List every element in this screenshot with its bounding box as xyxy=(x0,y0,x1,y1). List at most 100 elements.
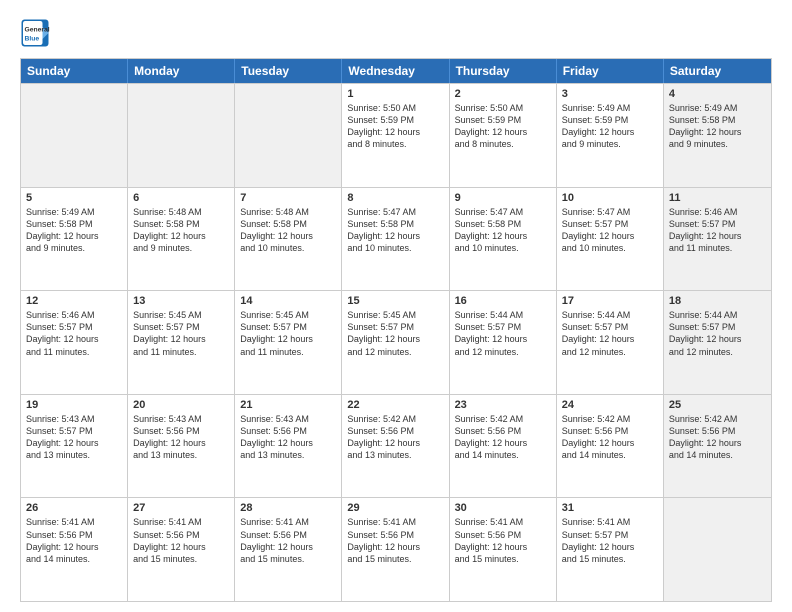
calendar-cell: 7 Sunrise: 5:48 AM Sunset: 5:58 PM Daylig… xyxy=(235,188,342,291)
day-number: 19 xyxy=(26,399,122,411)
calendar-cell: 1 Sunrise: 5:50 AM Sunset: 5:59 PM Daylig… xyxy=(342,84,449,187)
cell-info: Sunrise: 5:41 AM Sunset: 5:56 PM Dayligh… xyxy=(455,516,551,565)
day-number: 5 xyxy=(26,192,122,204)
day-number: 3 xyxy=(562,88,658,100)
day-number: 23 xyxy=(455,399,551,411)
day-number: 6 xyxy=(133,192,229,204)
calendar-cell: 12 Sunrise: 5:46 AM Sunset: 5:57 PM Dayli… xyxy=(21,291,128,394)
calendar-cell xyxy=(128,84,235,187)
logo-icon: General Blue xyxy=(20,18,50,48)
calendar-cell: 14 Sunrise: 5:45 AM Sunset: 5:57 PM Dayli… xyxy=(235,291,342,394)
calendar-cell: 31 Sunrise: 5:41 AM Sunset: 5:57 PM Dayli… xyxy=(557,498,664,601)
cell-info: Sunrise: 5:43 AM Sunset: 5:57 PM Dayligh… xyxy=(26,413,122,462)
calendar-cell: 27Sunrise: 5:41 AM Sunset: 5:56 PM Dayli… xyxy=(128,498,235,601)
calendar-row: 5 Sunrise: 5:49 AM Sunset: 5:58 PM Daylig… xyxy=(21,187,771,291)
calendar-cell: 2 Sunrise: 5:50 AM Sunset: 5:59 PM Daylig… xyxy=(450,84,557,187)
cell-info: Sunrise: 5:42 AM Sunset: 5:56 PM Dayligh… xyxy=(455,413,551,462)
calendar-cell: 8Sunrise: 5:47 AM Sunset: 5:58 PM Daylig… xyxy=(342,188,449,291)
calendar-row: 12 Sunrise: 5:46 AM Sunset: 5:57 PM Dayli… xyxy=(21,290,771,394)
calendar-cell xyxy=(235,84,342,187)
calendar-cell: 3 Sunrise: 5:49 AM Sunset: 5:59 PM Daylig… xyxy=(557,84,664,187)
day-number: 1 xyxy=(347,88,443,100)
calendar-cell: 22Sunrise: 5:42 AM Sunset: 5:56 PM Dayli… xyxy=(342,395,449,498)
day-number: 7 xyxy=(240,192,336,204)
cell-info: Sunrise: 5:42 AM Sunset: 5:56 PM Dayligh… xyxy=(562,413,658,462)
day-number: 4 xyxy=(669,88,766,100)
calendar-cell: 20Sunrise: 5:43 AM Sunset: 5:56 PM Dayli… xyxy=(128,395,235,498)
cell-info: Sunrise: 5:44 AM Sunset: 5:57 PM Dayligh… xyxy=(669,309,766,358)
cell-info: Sunrise: 5:49 AM Sunset: 5:59 PM Dayligh… xyxy=(562,102,658,151)
calendar-cell: 16Sunrise: 5:44 AM Sunset: 5:57 PM Dayli… xyxy=(450,291,557,394)
cell-info: Sunrise: 5:41 AM Sunset: 5:56 PM Dayligh… xyxy=(347,516,443,565)
calendar-cell: 5 Sunrise: 5:49 AM Sunset: 5:58 PM Daylig… xyxy=(21,188,128,291)
day-number: 26 xyxy=(26,502,122,514)
cell-info: Sunrise: 5:49 AM Sunset: 5:58 PM Dayligh… xyxy=(669,102,766,151)
day-number: 14 xyxy=(240,295,336,307)
calendar-cell: 11Sunrise: 5:46 AM Sunset: 5:57 PM Dayli… xyxy=(664,188,771,291)
cell-info: Sunrise: 5:47 AM Sunset: 5:57 PM Dayligh… xyxy=(562,206,658,255)
cell-info: Sunrise: 5:43 AM Sunset: 5:56 PM Dayligh… xyxy=(133,413,229,462)
calendar-cell: 26 Sunrise: 5:41 AM Sunset: 5:56 PM Dayli… xyxy=(21,498,128,601)
calendar-cell: 9 Sunrise: 5:47 AM Sunset: 5:58 PM Daylig… xyxy=(450,188,557,291)
cell-info: Sunrise: 5:49 AM Sunset: 5:58 PM Dayligh… xyxy=(26,206,122,255)
calendar: SundayMondayTuesdayWednesdayThursdayFrid… xyxy=(20,58,772,602)
header: General Blue xyxy=(20,18,772,48)
day-number: 12 xyxy=(26,295,122,307)
calendar-cell: 4 Sunrise: 5:49 AM Sunset: 5:58 PM Daylig… xyxy=(664,84,771,187)
cell-info: Sunrise: 5:46 AM Sunset: 5:57 PM Dayligh… xyxy=(669,206,766,255)
cell-info: Sunrise: 5:41 AM Sunset: 5:56 PM Dayligh… xyxy=(240,516,336,565)
cell-info: Sunrise: 5:43 AM Sunset: 5:56 PM Dayligh… xyxy=(240,413,336,462)
day-number: 13 xyxy=(133,295,229,307)
calendar-cell: 6Sunrise: 5:48 AM Sunset: 5:58 PM Daylig… xyxy=(128,188,235,291)
day-number: 24 xyxy=(562,399,658,411)
calendar-cell: 30 Sunrise: 5:41 AM Sunset: 5:56 PM Dayli… xyxy=(450,498,557,601)
weekday-header: Saturday xyxy=(664,59,771,83)
cell-info: Sunrise: 5:44 AM Sunset: 5:57 PM Dayligh… xyxy=(562,309,658,358)
cell-info: Sunrise: 5:45 AM Sunset: 5:57 PM Dayligh… xyxy=(240,309,336,358)
cell-info: Sunrise: 5:50 AM Sunset: 5:59 PM Dayligh… xyxy=(455,102,551,151)
day-number: 9 xyxy=(455,192,551,204)
cell-info: Sunrise: 5:45 AM Sunset: 5:57 PM Dayligh… xyxy=(133,309,229,358)
svg-text:General: General xyxy=(25,27,50,34)
cell-info: Sunrise: 5:46 AM Sunset: 5:57 PM Dayligh… xyxy=(26,309,122,358)
day-number: 18 xyxy=(669,295,766,307)
calendar-cell: 23 Sunrise: 5:42 AM Sunset: 5:56 PM Dayli… xyxy=(450,395,557,498)
cell-info: Sunrise: 5:41 AM Sunset: 5:56 PM Dayligh… xyxy=(26,516,122,565)
day-number: 2 xyxy=(455,88,551,100)
calendar-cell: 17 Sunrise: 5:44 AM Sunset: 5:57 PM Dayli… xyxy=(557,291,664,394)
cell-info: Sunrise: 5:48 AM Sunset: 5:58 PM Dayligh… xyxy=(240,206,336,255)
calendar-row: 19 Sunrise: 5:43 AM Sunset: 5:57 PM Dayli… xyxy=(21,394,771,498)
calendar-cell: 29 Sunrise: 5:41 AM Sunset: 5:56 PM Dayli… xyxy=(342,498,449,601)
logo: General Blue xyxy=(20,18,50,48)
cell-info: Sunrise: 5:45 AM Sunset: 5:57 PM Dayligh… xyxy=(347,309,443,358)
calendar-cell: 10 Sunrise: 5:47 AM Sunset: 5:57 PM Dayli… xyxy=(557,188,664,291)
calendar-row: 26 Sunrise: 5:41 AM Sunset: 5:56 PM Dayli… xyxy=(21,497,771,601)
calendar-cell xyxy=(21,84,128,187)
day-number: 10 xyxy=(562,192,658,204)
calendar-cell: 15Sunrise: 5:45 AM Sunset: 5:57 PM Dayli… xyxy=(342,291,449,394)
cell-info: Sunrise: 5:42 AM Sunset: 5:56 PM Dayligh… xyxy=(669,413,766,462)
calendar-cell: 28 Sunrise: 5:41 AM Sunset: 5:56 PM Dayli… xyxy=(235,498,342,601)
weekday-header: Tuesday xyxy=(235,59,342,83)
day-number: 22 xyxy=(347,399,443,411)
cell-info: Sunrise: 5:47 AM Sunset: 5:58 PM Dayligh… xyxy=(455,206,551,255)
day-number: 31 xyxy=(562,502,658,514)
weekday-header: Wednesday xyxy=(342,59,449,83)
cell-info: Sunrise: 5:41 AM Sunset: 5:57 PM Dayligh… xyxy=(562,516,658,565)
day-number: 28 xyxy=(240,502,336,514)
calendar-cell xyxy=(664,498,771,601)
cell-info: Sunrise: 5:44 AM Sunset: 5:57 PM Dayligh… xyxy=(455,309,551,358)
calendar-cell: 19 Sunrise: 5:43 AM Sunset: 5:57 PM Dayli… xyxy=(21,395,128,498)
weekday-header: Monday xyxy=(128,59,235,83)
day-number: 30 xyxy=(455,502,551,514)
calendar-cell: 18 Sunrise: 5:44 AM Sunset: 5:57 PM Dayli… xyxy=(664,291,771,394)
svg-text:Blue: Blue xyxy=(25,36,40,43)
cell-info: Sunrise: 5:41 AM Sunset: 5:56 PM Dayligh… xyxy=(133,516,229,565)
day-number: 29 xyxy=(347,502,443,514)
day-number: 25 xyxy=(669,399,766,411)
calendar-body: 1 Sunrise: 5:50 AM Sunset: 5:59 PM Daylig… xyxy=(21,83,771,601)
day-number: 17 xyxy=(562,295,658,307)
cell-info: Sunrise: 5:50 AM Sunset: 5:59 PM Dayligh… xyxy=(347,102,443,151)
calendar-row: 1 Sunrise: 5:50 AM Sunset: 5:59 PM Daylig… xyxy=(21,83,771,187)
calendar-header: SundayMondayTuesdayWednesdayThursdayFrid… xyxy=(21,59,771,83)
